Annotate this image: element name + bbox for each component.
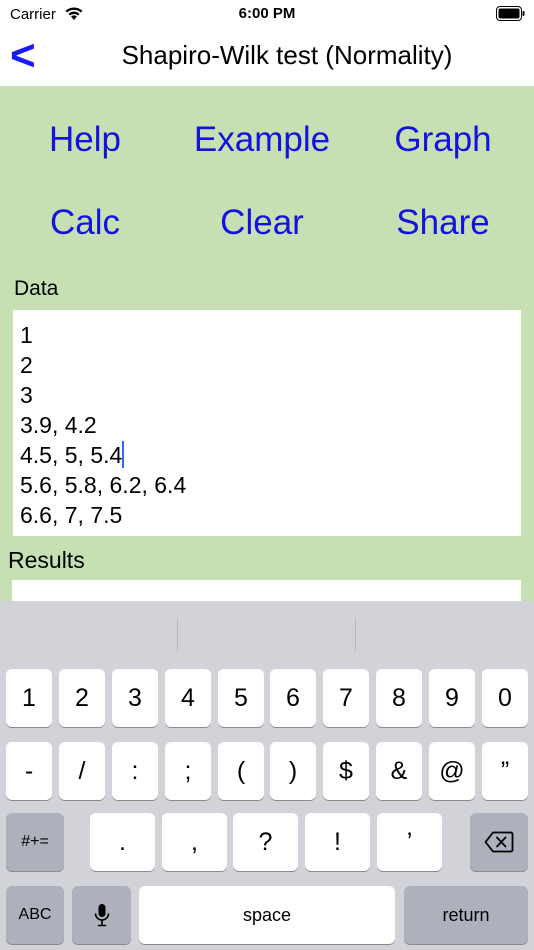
key-close-paren[interactable]: ) [270,742,316,800]
suggestion-divider [177,619,178,651]
key-question[interactable]: ? [233,813,298,871]
results-output [12,580,521,602]
key-5[interactable]: 5 [218,669,264,727]
results-label: Results [8,547,85,573]
example-button[interactable]: Example [177,120,347,160]
clear-button[interactable]: Clear [177,203,347,243]
data-input[interactable]: 1 2 3 3.9, 4.2 4.5, 5, 5.4 5.6, 5.8, 6.2… [13,310,521,536]
key-exclamation[interactable]: ! [305,813,370,871]
key-8[interactable]: 8 [376,669,422,727]
key-semicolon[interactable]: ; [165,742,211,800]
data-line: 2 [20,352,33,378]
symbols-key[interactable]: #+= [6,813,64,871]
key-ampersand[interactable]: & [376,742,422,800]
text-cursor [122,441,125,468]
help-button[interactable]: Help [0,120,170,160]
data-line: 6.6, 7, 7.5 [20,502,123,528]
space-key[interactable]: space [139,886,395,944]
key-6[interactable]: 6 [270,669,316,727]
key-comma[interactable]: , [162,813,227,871]
key-0[interactable]: 0 [482,669,528,727]
key-at[interactable]: @ [429,742,475,800]
calc-button[interactable]: Calc [0,203,170,243]
key-3[interactable]: 3 [112,669,158,727]
data-line: 3 [20,382,33,408]
data-line-with-cursor: 4.5, 5, 5.4 [20,440,514,470]
microphone-icon [94,904,109,927]
backspace-icon [484,831,514,853]
data-line: 3.9, 4.2 [20,412,97,438]
key-4[interactable]: 4 [165,669,211,727]
abc-key[interactable]: ABC [6,886,64,944]
graph-button[interactable]: Graph [358,120,528,160]
key-9[interactable]: 9 [429,669,475,727]
dictation-key[interactable] [72,886,131,944]
key-colon[interactable]: : [112,742,158,800]
data-line: 1 [20,322,33,348]
key-open-paren[interactable]: ( [218,742,264,800]
share-button[interactable]: Share [358,203,528,243]
data-line: 5.6, 5.8, 6.2, 6.4 [20,472,187,498]
key-1[interactable]: 1 [6,669,52,727]
status-bar: Carrier 6:00 PM [0,0,534,28]
status-time: 6:00 PM [238,5,296,22]
delete-key[interactable] [470,813,528,871]
key-period[interactable]: . [90,813,155,871]
data-line: 4.5, 5, 5.4 [20,442,123,468]
keyboard: 1 2 3 4 5 6 7 8 9 0 - / : ; ( ) $ & @ ” … [0,601,534,950]
return-key[interactable]: return [404,886,528,944]
nav-bar: < Shapiro-Wilk test (Normality) [0,28,534,86]
suggestion-divider [355,619,356,651]
key-hyphen[interactable]: - [6,742,52,800]
key-quote[interactable]: ” [482,742,528,800]
data-label: Data [14,277,59,300]
key-apostrophe[interactable]: ’ [377,813,442,871]
battery-icon [496,6,526,21]
suggestion-bar [0,601,534,663]
back-button[interactable]: < [10,32,36,80]
key-dollar[interactable]: $ [323,742,369,800]
page-title: Shapiro-Wilk test (Normality) [121,40,453,70]
key-2[interactable]: 2 [59,669,105,727]
key-7[interactable]: 7 [323,669,369,727]
key-slash[interactable]: / [59,742,105,800]
